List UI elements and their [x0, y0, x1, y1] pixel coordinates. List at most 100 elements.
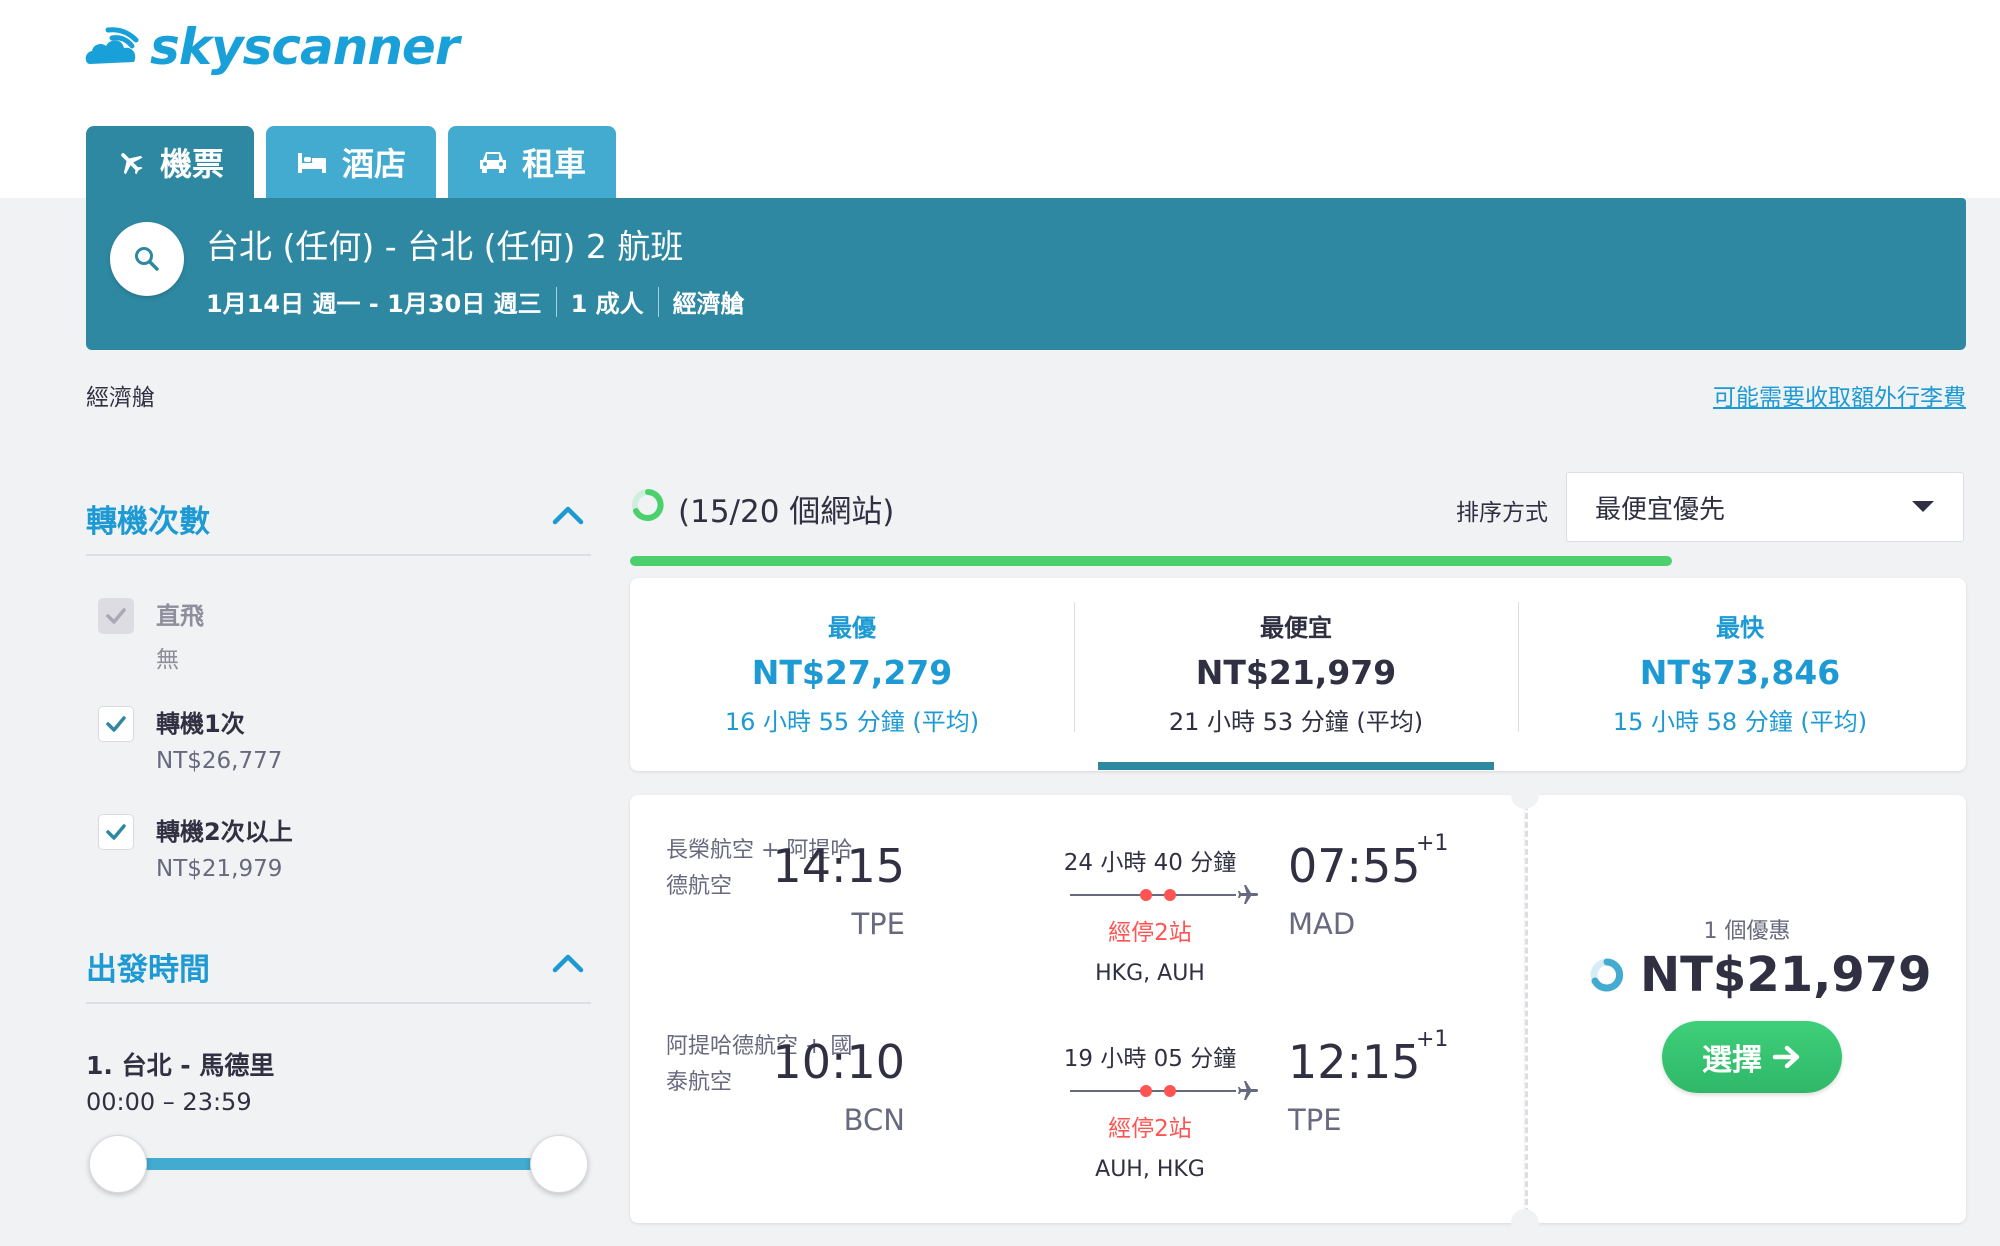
- tab-car-hire-label: 租車: [522, 145, 587, 183]
- loading-spinner-icon: [632, 489, 664, 521]
- deals-count: 1 個優惠: [1703, 919, 1791, 944]
- stops-option-one[interactable]: 轉機1次 NT$26,777: [98, 706, 282, 774]
- cabin-class-label: 經濟艙: [86, 385, 155, 411]
- select-button[interactable]: 選擇: [1662, 1021, 1842, 1093]
- stops-option-price: NT$21,979: [156, 856, 283, 882]
- brand-name: skyscanner: [150, 18, 460, 76]
- tile-label: 最快: [1716, 614, 1764, 642]
- stop-dot: [1140, 889, 1152, 901]
- next-day-indicator: +1: [1416, 831, 1449, 856]
- stops-count: 經停2站: [1108, 1116, 1192, 1142]
- bed-icon: [298, 153, 327, 173]
- route-line: [1070, 1085, 1236, 1097]
- checkbox[interactable]: [98, 706, 134, 742]
- tile-price: NT$27,279: [751, 653, 953, 692]
- itinerary-card-price: 1 個優惠 NT$21,979 選擇: [1525, 795, 1966, 1223]
- tile-best[interactable]: 最優 NT$27,279 16 小時 55 分鐘 (平均): [630, 578, 1074, 771]
- plane-icon: [1238, 885, 1258, 904]
- search-summary[interactable]: 台北 (任何) - 台北 (任何) 2 航班 1月14日 週一 - 1月30日 …: [86, 198, 1966, 350]
- tile-duration: 15 小時 58 分鐘 (平均): [1612, 708, 1868, 736]
- car-icon: [480, 152, 507, 173]
- search-button[interactable]: [110, 222, 184, 296]
- arrival-airport: TPE: [1288, 1103, 1342, 1137]
- arrival-time: 12:15: [1288, 1035, 1421, 1089]
- sort-dropdown[interactable]: 最便宜優先: [1566, 472, 1964, 542]
- search-travellers: 1 成人: [570, 290, 644, 318]
- route-line: [1070, 889, 1236, 901]
- stopover-airports: HKG, AUH: [1095, 961, 1205, 986]
- tab-flights[interactable]: 機票: [86, 126, 255, 198]
- price-row: NT$21,979: [1588, 947, 1932, 1003]
- stop-dot: [1140, 1085, 1152, 1097]
- tab-hotels[interactable]: 酒店: [266, 126, 437, 198]
- tile-label: 最優: [828, 614, 876, 642]
- sort-tiles: 最優 NT$27,279 16 小時 55 分鐘 (平均) 最便宜 NT$21,…: [630, 578, 1966, 771]
- divider: [555, 286, 557, 317]
- itinerary-price: NT$21,979: [1640, 947, 1932, 1003]
- slider-handle-start[interactable]: [89, 1135, 147, 1193]
- card-notch: [1511, 1209, 1539, 1237]
- chevron-up-icon[interactable]: [551, 952, 585, 974]
- departure-airport: TPE: [851, 907, 905, 941]
- departure-route-label: 1. 台北 - 馬德里: [86, 1051, 275, 1080]
- baggage-fees-link[interactable]: 可能需要收取額外行李費: [1713, 378, 1966, 412]
- arrival-airport: MAD: [1288, 907, 1356, 941]
- caret-down-icon: [1912, 501, 1934, 512]
- cloud-logo-icon: [85, 27, 139, 64]
- top-header: skyscanner 機票 酒店 租車: [0, 0, 2000, 198]
- tile-price: NT$21,979: [1195, 653, 1397, 692]
- stops-option-label: 轉機1次: [156, 710, 245, 738]
- stops-count: 經停2站: [1108, 920, 1192, 946]
- divider: [657, 286, 659, 317]
- tile-price: NT$73,846: [1639, 653, 1841, 692]
- search-details: 1月14日 週一 - 1月30日 週三 1 成人 經濟艙: [206, 284, 745, 319]
- stops-option-two-plus[interactable]: 轉機2次以上 NT$21,979: [98, 814, 293, 882]
- checkbox[interactable]: [98, 598, 134, 634]
- plane-icon: [1238, 1081, 1258, 1100]
- itinerary-card-legs[interactable]: 長榮航空 + 阿提哈德航空 14:15 TPE 24 小時 40 分鐘 經停2站…: [630, 795, 1525, 1223]
- departure-time: 14:15: [772, 839, 905, 893]
- plane-icon: [121, 153, 143, 175]
- tab-hotels-label: 酒店: [342, 145, 407, 183]
- departure-time-range: 00:00 – 23:59: [86, 1088, 252, 1116]
- sort-selected-value: 最便宜優先: [1595, 494, 1726, 525]
- chevron-up-icon[interactable]: [551, 504, 585, 526]
- stops-option-price: 無: [156, 647, 179, 673]
- search-cabin: 經濟艙: [672, 290, 745, 318]
- tile-duration: 21 小時 53 分鐘 (平均): [1168, 708, 1424, 736]
- search-progress-bar: [630, 556, 1673, 566]
- loading-spinner-icon: [1590, 958, 1624, 992]
- flight-duration: 24 小時 40 分鐘: [1063, 850, 1237, 876]
- tile-duration: 16 小時 55 分鐘 (平均): [724, 708, 980, 736]
- outbound-leg: 長榮航空 + 阿提哈德航空 14:15 TPE 24 小時 40 分鐘 經停2站…: [630, 803, 1525, 993]
- flight-duration: 19 小時 05 分鐘: [1063, 1046, 1237, 1072]
- search-title: 台北 (任何) - 台北 (任何) 2 航班: [206, 227, 684, 266]
- stops-option-direct[interactable]: 直飛 無: [98, 598, 204, 674]
- tab-flights-label: 機票: [160, 145, 225, 183]
- slider-handle-end[interactable]: [530, 1135, 588, 1193]
- checkbox[interactable]: [98, 814, 134, 850]
- selected-tile-indicator: [1098, 762, 1494, 770]
- stops-option-price: NT$26,777: [156, 748, 283, 774]
- return-leg: 阿提哈德航空 + 國泰航空 10:10 BCN 19 小時 05 分鐘 經停2站…: [630, 999, 1525, 1189]
- stop-dot: [1164, 1085, 1176, 1097]
- sites-searched-count: (15/20 個網站): [678, 494, 895, 530]
- departure-time-slider[interactable]: [118, 1158, 558, 1170]
- departure-filter-header[interactable]: 出發時間: [86, 944, 591, 1004]
- skyscanner-logo[interactable]: skyscanner: [84, 12, 460, 82]
- tab-car-hire[interactable]: 租車: [448, 126, 617, 198]
- next-day-indicator: +1: [1416, 1027, 1449, 1052]
- search-dates: 1月14日 週一 - 1月30日 週三: [206, 290, 542, 318]
- product-tabs: 機票 酒店 租車: [86, 126, 617, 198]
- stops-filter-title: 轉機次數: [86, 504, 210, 540]
- search-icon: [135, 247, 159, 271]
- departure-airport: BCN: [843, 1103, 905, 1137]
- stops-filter-header[interactable]: 轉機次數: [86, 496, 591, 556]
- tile-cheapest[interactable]: 最便宜 NT$21,979 21 小時 53 分鐘 (平均): [1074, 578, 1518, 771]
- departure-filter-title: 出發時間: [86, 952, 210, 988]
- stop-dot: [1164, 889, 1176, 901]
- stopover-airports: AUH, HKG: [1095, 1157, 1205, 1182]
- sort-label: 排序方式: [1456, 500, 1548, 526]
- tile-fastest[interactable]: 最快 NT$73,846 15 小時 58 分鐘 (平均): [1518, 578, 1962, 771]
- select-button-label: 選擇: [1702, 1043, 1762, 1078]
